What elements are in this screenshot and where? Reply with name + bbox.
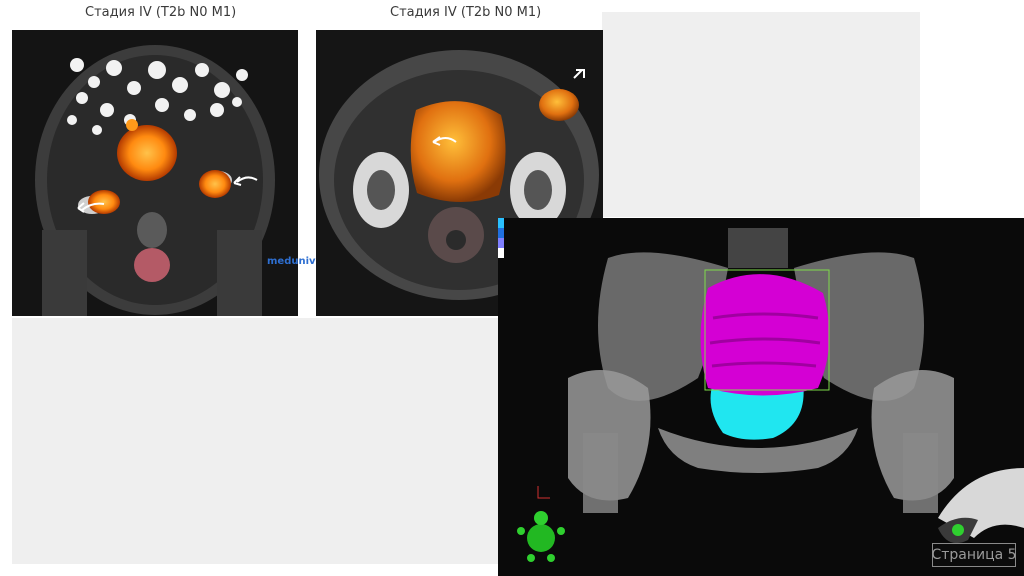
placeholder-panel-bottom-left (12, 318, 498, 564)
axial-scan-caption: Стадия IV (T2b N0 M1) (390, 5, 542, 20)
dose-color-bar (498, 218, 504, 258)
coronal-scan-caption: Стадия IV (T2b N0 M1) (85, 5, 237, 20)
placeholder-panel-top-right (602, 12, 920, 217)
radiotherapy-plan-image (498, 218, 1024, 576)
medical-cross-icon (296, 298, 298, 316)
meduniver-logo (296, 298, 298, 316)
coronal-pet-ct-image (12, 30, 298, 316)
page-number-label: Страница 5 (931, 543, 1017, 567)
